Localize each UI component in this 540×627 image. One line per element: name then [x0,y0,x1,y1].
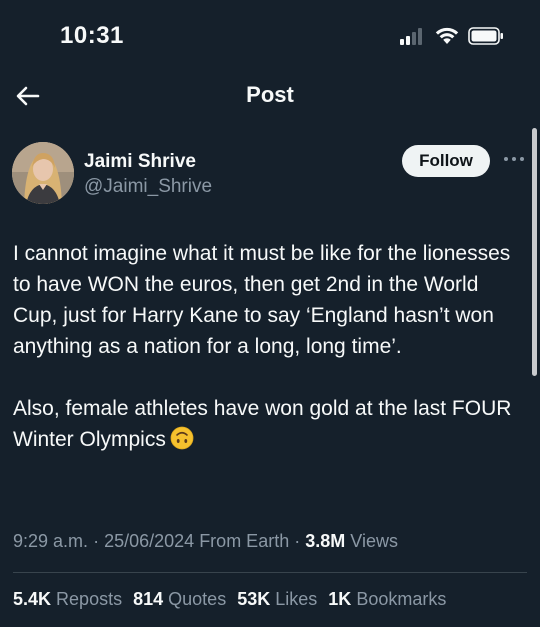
status-icons [400,26,504,46]
quotes-label: Quotes [168,589,227,609]
post-paragraph-2-text: Also, female athletes have won gold at t… [13,397,512,451]
reposts-count: 5.4K [13,589,52,609]
divider [13,572,527,573]
post-location: From Earth [199,531,290,551]
reposts-stat[interactable]: 5.4K Reposts [13,589,122,610]
post-paragraph-1: I cannot imagine what it must be like fo… [13,242,511,358]
status-time: 10:31 [60,22,124,49]
page-title: Post [246,82,294,107]
meta-separator: · [93,531,100,551]
views-label[interactable]: Views [350,531,398,551]
scrollbar[interactable] [532,128,537,376]
author-row: Jaimi Shrive @Jaimi_Shrive Follow [12,142,528,206]
bookmarks-stat[interactable]: 1K Bookmarks [328,589,446,610]
status-bar: 10:31 [0,0,540,70]
avatar[interactable] [12,142,74,204]
bookmarks-label: Bookmarks [356,589,447,609]
post-date[interactable]: 25/06/2024 [104,531,194,551]
follow-button[interactable]: Follow [402,145,490,177]
reposts-label: Reposts [56,589,123,609]
quotes-stat[interactable]: 814 Quotes [133,589,226,610]
author-name[interactable]: Jaimi Shrive [84,151,196,173]
post-stats: 5.4K Reposts 814 Quotes 53K Likes 1K Boo… [13,589,446,610]
battery-icon [468,27,503,45]
likes-label: Likes [275,589,318,609]
post-meta: 9:29 a.m. · 25/06/2024 From Earth · 3.8M… [13,531,398,552]
post-time[interactable]: 9:29 a.m. [13,531,88,551]
wifi-icon [435,27,459,44]
meta-separator: · [294,531,301,551]
post-paragraph-2: Also, female athletes have won gold at t… [13,393,518,455]
views-count[interactable]: 3.8M [305,531,345,551]
post-header: Post [0,70,540,122]
quotes-count: 814 [133,589,164,609]
avatar-image [12,142,74,204]
upside-down-face-icon [170,426,194,450]
post-text: I cannot imagine what it must be like fo… [13,238,518,455]
bookmarks-count: 1K [328,589,352,609]
likes-stat[interactable]: 53K Likes [237,589,317,610]
likes-count: 53K [237,589,271,609]
cellular-signal-icon [400,28,422,45]
more-options-icon[interactable] [502,152,526,166]
author-handle[interactable]: @Jaimi_Shrive [84,176,212,198]
